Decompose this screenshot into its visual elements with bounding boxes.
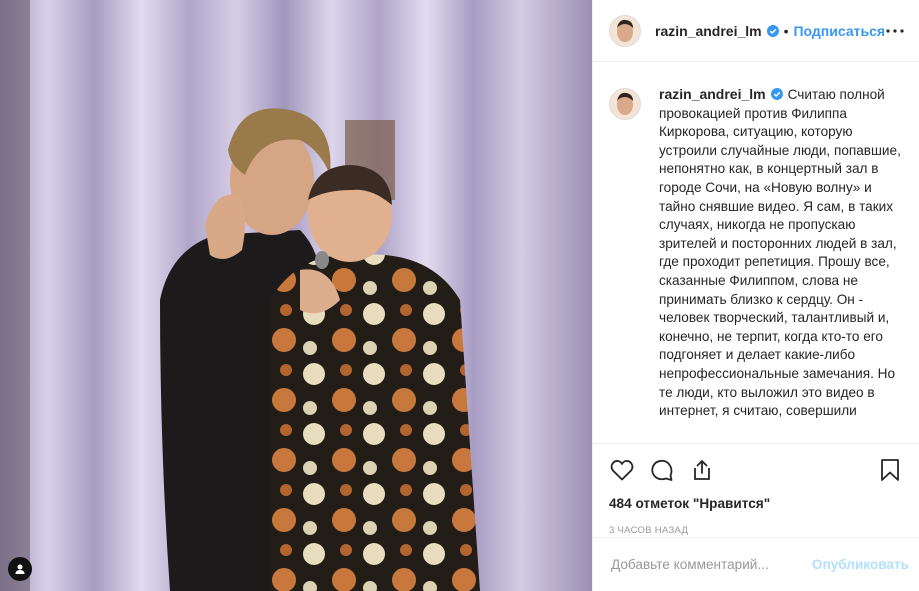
comment-button[interactable] [649,457,675,483]
post-side-panel: razin_andrei_lm • Подписаться razin_andr… [592,0,919,591]
share-icon [694,460,710,480]
post-caption: razin_andrei_lm Считаю полной провокацией… [593,62,919,421]
separator-dot: • [783,22,789,39]
comment-input[interactable] [609,556,812,573]
caption-body: Считаю полной провокацией против Филиппа… [659,87,901,419]
post-header: razin_andrei_lm • Подписаться [593,0,919,62]
bookmark-icon [881,459,899,481]
author-username[interactable]: razin_andrei_lm [655,23,762,39]
caption-username[interactable]: razin_andrei_lm [659,86,766,102]
avatar-image [610,15,640,46]
caption-text: razin_andrei_lm Считаю полной провокацией… [659,85,903,421]
caption-avatar[interactable] [609,88,641,120]
comments-area[interactable]: razin_andrei_lm Считаю полной провокацией… [593,62,919,443]
comment-bubble-icon [651,459,673,481]
share-button[interactable] [689,457,715,483]
avatar-image [610,89,640,119]
comment-form: Опубликовать [593,537,919,591]
author-avatar[interactable] [609,14,641,47]
user-tag-button[interactable] [8,557,32,581]
publish-button[interactable]: Опубликовать [812,557,909,572]
heart-icon [610,460,634,481]
like-button[interactable] [609,457,635,483]
post-actions: 484 отметок "Нравится" 3 часов назад [593,443,919,536]
post-photo[interactable] [0,0,592,591]
more-options-icon [886,28,904,33]
action-buttons [609,452,903,488]
save-button[interactable] [877,457,903,483]
verified-badge-icon [770,88,783,100]
likes-count[interactable]: 484 отметок "Нравится" [609,496,903,511]
follow-button[interactable]: Подписаться [793,23,885,39]
photo-image [0,0,592,591]
verified-badge-icon [766,24,779,37]
post-timestamp[interactable]: 3 часов назад [609,525,903,536]
more-options-button[interactable] [885,21,905,41]
user-tag-icon [15,564,25,574]
